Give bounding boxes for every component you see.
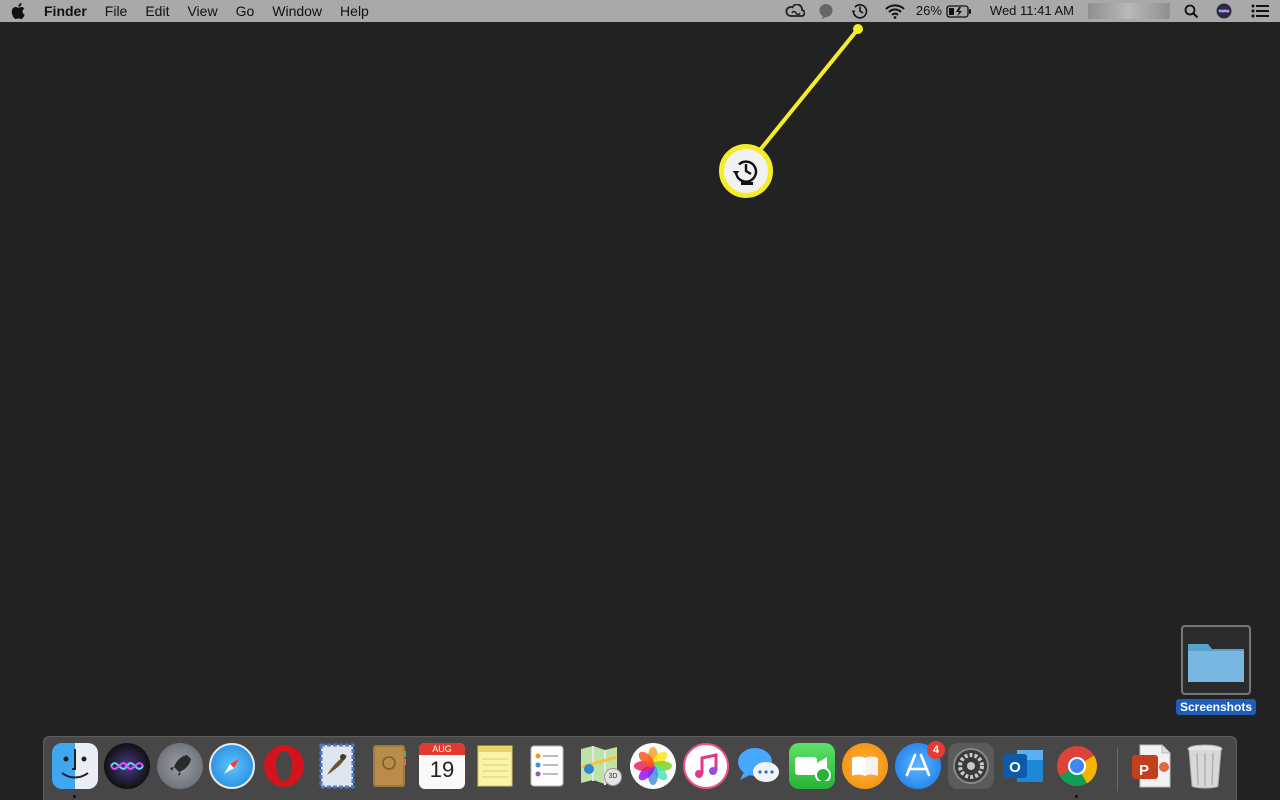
dock-finder-icon[interactable] <box>52 743 98 789</box>
running-indicator <box>73 795 76 798</box>
dock-powerpoint-doc-icon[interactable]: P <box>1129 743 1175 789</box>
menu-edit[interactable]: Edit <box>136 0 178 22</box>
dock-photos-icon[interactable] <box>630 743 676 789</box>
menu-go[interactable]: Go <box>227 0 264 22</box>
notification-icon[interactable] <box>808 0 844 22</box>
maps-3d-badge: 3D <box>604 768 622 786</box>
battery-charging-icon[interactable] <box>942 0 976 22</box>
dock-itunes-icon[interactable] <box>683 743 729 789</box>
dock-messages-icon[interactable] <box>736 743 782 789</box>
dock-ibooks-icon[interactable] <box>842 743 888 789</box>
menu-window[interactable]: Window <box>263 0 331 22</box>
running-indicator <box>1075 795 1078 798</box>
clock[interactable]: Wed 11:41 AM <box>990 0 1074 22</box>
outlook-letter: O <box>1009 759 1021 776</box>
menu-view[interactable]: View <box>178 0 226 22</box>
desktop-folder-screenshots[interactable]: Screenshots <box>1176 624 1256 716</box>
dock-separator <box>1117 747 1118 791</box>
dock-maps-icon[interactable]: 3D <box>577 743 623 789</box>
calendar-day: 19 <box>429 757 455 782</box>
menu-app-finder[interactable]: Finder <box>36 0 96 22</box>
folder-icon[interactable] <box>1181 625 1251 695</box>
menu-help[interactable]: Help <box>331 0 378 22</box>
dock-safari-icon[interactable] <box>209 743 255 789</box>
dock-facetime-icon[interactable] <box>789 743 835 789</box>
battery-percent: 26% <box>915 3 942 18</box>
dock-launchpad-icon[interactable] <box>157 743 203 789</box>
folder-label[interactable]: Screenshots <box>1176 699 1256 715</box>
app-store-update-badge: 4 <box>927 741 945 759</box>
search-icon[interactable] <box>1174 0 1208 22</box>
dock-trash-icon[interactable] <box>1182 743 1228 789</box>
menu-bar: Finder File Edit View Go Window Help 26%… <box>0 0 1280 22</box>
wifi-icon[interactable] <box>876 0 914 22</box>
calendar-month: AUG <box>419 743 465 755</box>
dock-calendar-icon[interactable]: AUG 19 <box>419 743 465 789</box>
callout-pointer <box>758 24 863 152</box>
siri-icon[interactable] <box>1208 0 1240 22</box>
dock-chrome-icon[interactable] <box>1054 743 1100 789</box>
apple-menu-icon[interactable] <box>0 0 36 22</box>
menu-file[interactable]: File <box>96 0 137 22</box>
dock-system-preferences-icon[interactable] <box>948 743 994 789</box>
time-machine-icon[interactable] <box>844 0 876 22</box>
powerpoint-letter: P <box>1138 762 1149 779</box>
time-machine-icon <box>732 160 758 185</box>
dock-opera-icon[interactable] <box>261 743 307 789</box>
dock-siri-icon[interactable] <box>104 743 150 789</box>
callout-magnified-time-machine <box>719 144 773 198</box>
dock-reminders-icon[interactable] <box>524 743 570 789</box>
dock: AUG 19 3D 4 O P <box>43 736 1237 800</box>
dock-contacts-icon[interactable] <box>366 743 412 789</box>
notification-center-icon[interactable] <box>1240 0 1280 22</box>
dock-mail-icon[interactable] <box>314 743 360 789</box>
dock-outlook-icon[interactable]: O <box>1001 743 1047 789</box>
creative-cloud-icon[interactable] <box>782 0 808 22</box>
dock-notes-icon[interactable] <box>472 743 518 789</box>
user-name-redacted[interactable] <box>1088 3 1170 19</box>
